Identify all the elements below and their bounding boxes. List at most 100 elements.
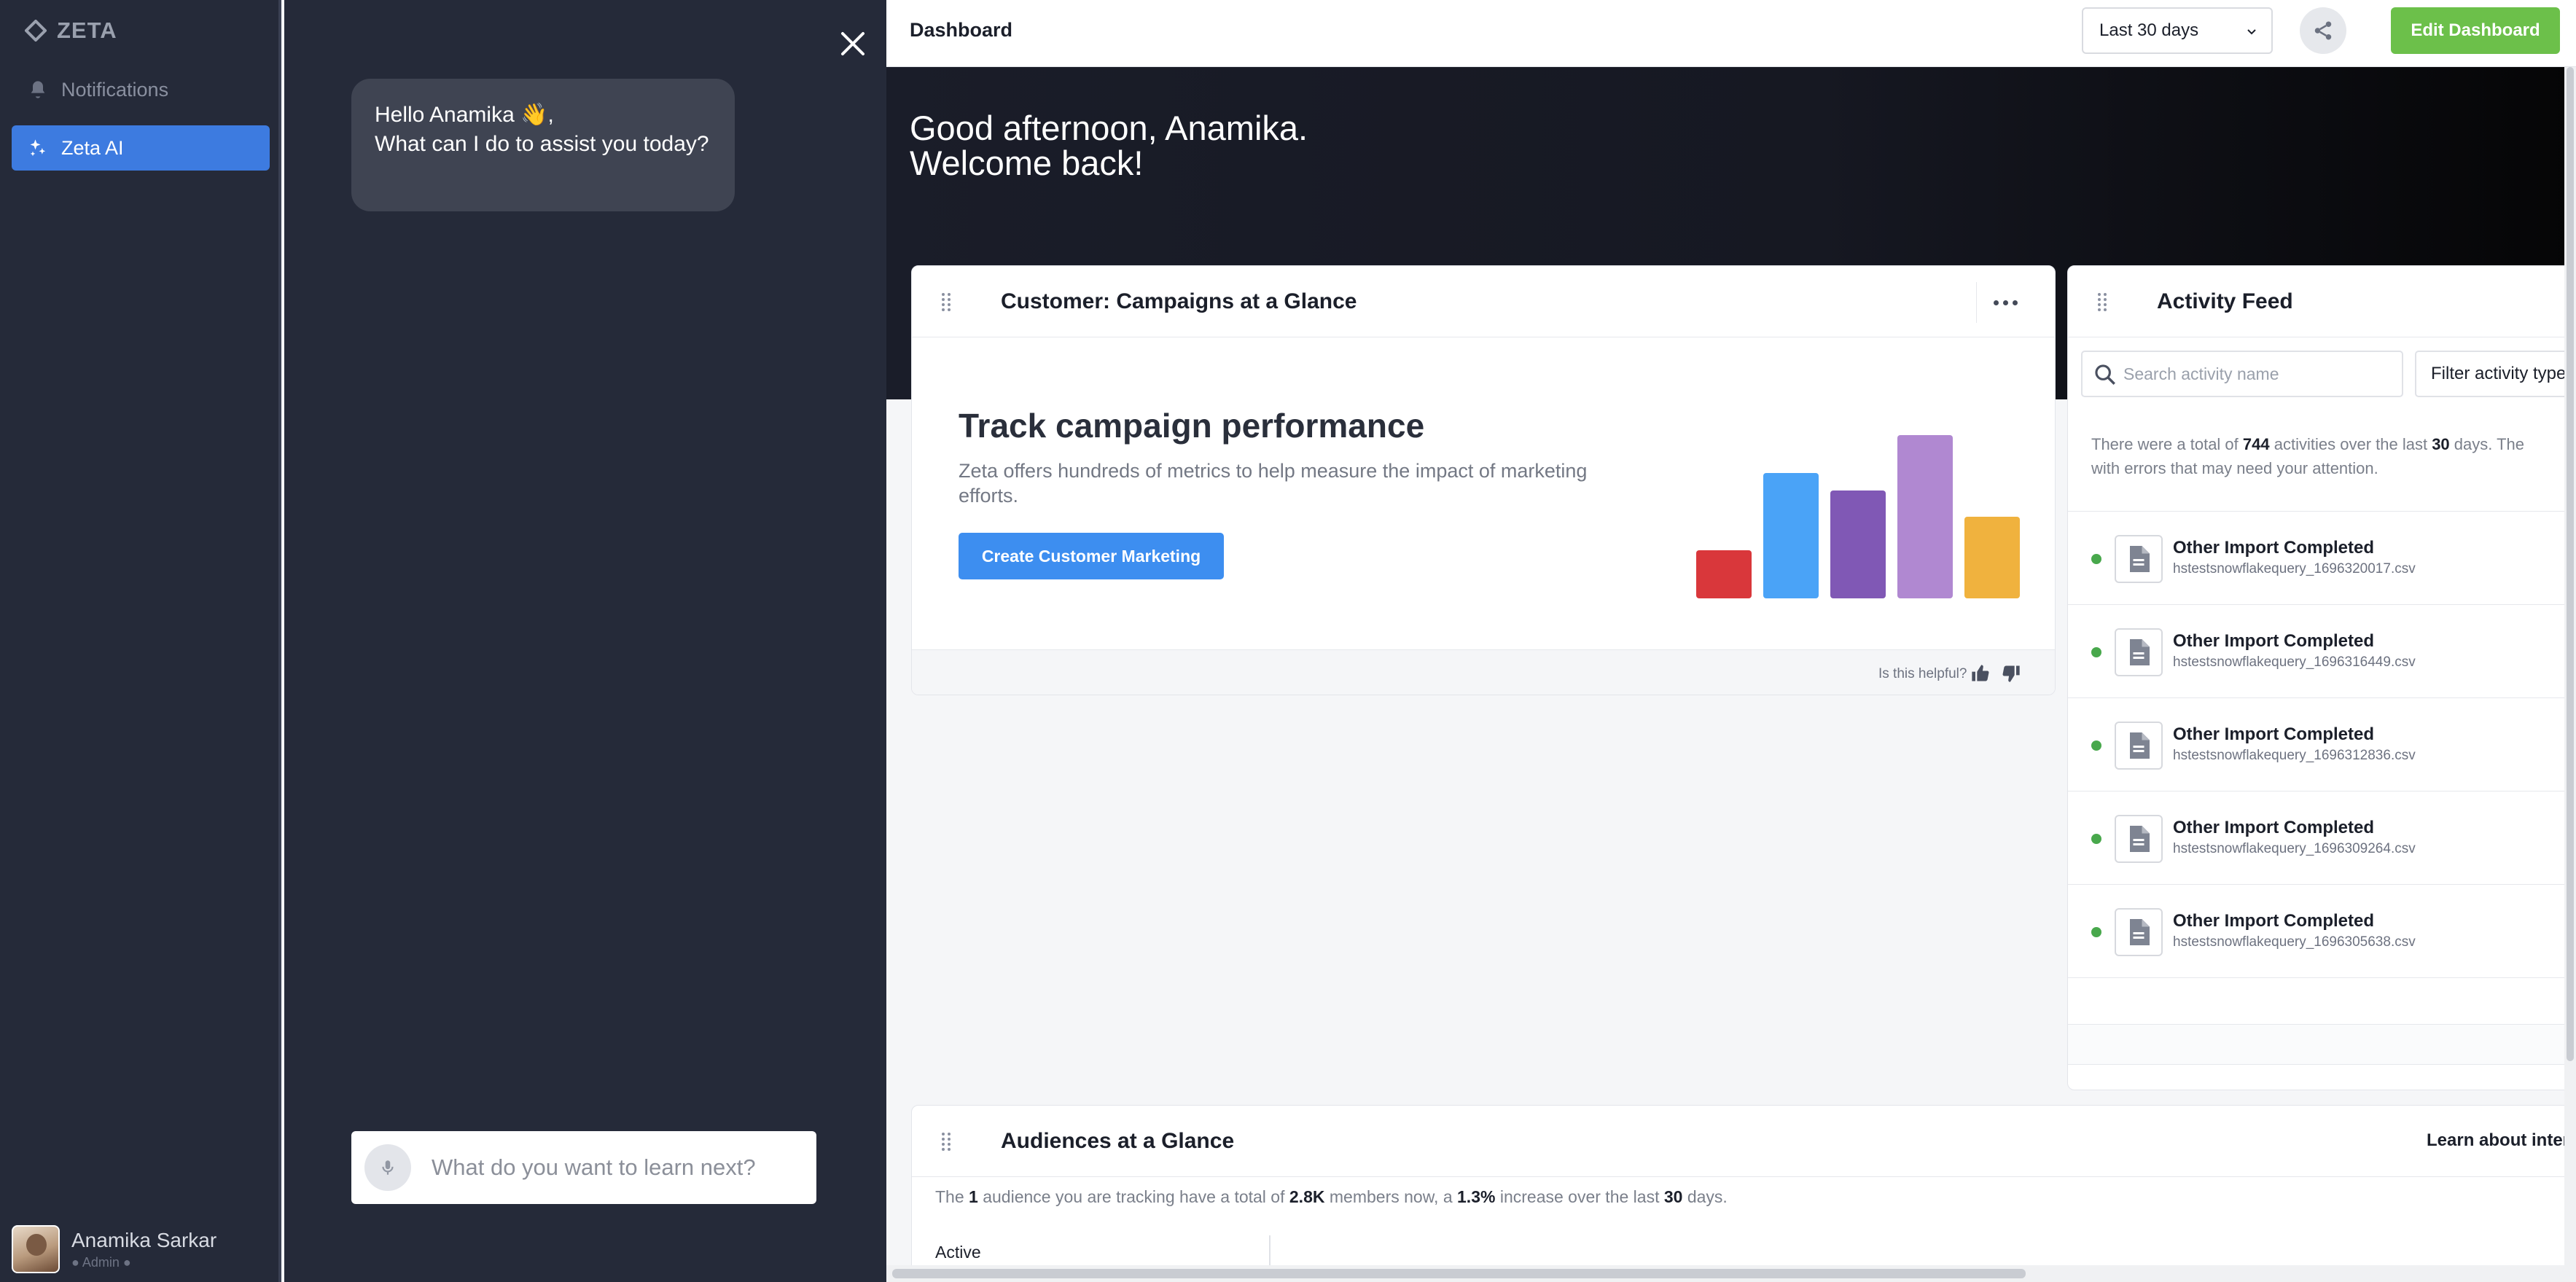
left-nav: ZETA Notifications Zeta AI Anamika Sarka… <box>0 0 281 1282</box>
share-button[interactable] <box>2300 7 2346 54</box>
status-dot <box>2091 740 2101 751</box>
greeting-line: Good afternoon, Anamika. <box>910 109 1308 147</box>
file-icon <box>2115 815 2163 863</box>
top-bar: Dashboard Last 30 days Edit Dashboard <box>886 0 2576 67</box>
file-icon <box>2115 535 2163 583</box>
horizontal-scrollbar[interactable] <box>886 1265 2576 1282</box>
sparkle-icon <box>30 139 46 157</box>
date-range-select[interactable]: Last 30 days <box>2082 7 2273 54</box>
campaigns-card: Customer: Campaigns at a Glance Track ca… <box>911 265 2056 695</box>
activity-title: Other Import Completed <box>2173 631 2375 651</box>
nav-item-zeta-ai[interactable]: Zeta AI <box>12 125 270 171</box>
dashboard-main: Dashboard Last 30 days Edit Dashboard Go… <box>886 0 2576 1282</box>
file-icon <box>2115 628 2163 676</box>
close-icon <box>841 32 864 55</box>
thumbs-down-icon[interactable] <box>2001 663 2021 684</box>
activity-type-filter[interactable]: Filter activity type <box>2415 351 2576 397</box>
card-header: Audiences at a Glance Learn about intend… <box>912 1106 2576 1177</box>
card-title: Customer: Campaigns at a Glance <box>1001 289 1357 313</box>
nav-item-notifications[interactable]: Notifications <box>12 67 270 112</box>
chat-input-bar <box>351 1131 816 1204</box>
edit-dashboard-button[interactable]: Edit Dashboard <box>2391 7 2560 54</box>
learn-about-link[interactable]: Learn about intended <box>2427 1130 2576 1151</box>
assistant-message: Hello Anamika 👋, What can I do to assist… <box>351 79 735 211</box>
drag-handle-icon[interactable] <box>941 1132 951 1151</box>
search-icon <box>2095 364 2115 385</box>
status-dot <box>2091 927 2101 937</box>
feedback-bar: Is this helpful? <box>912 649 2055 695</box>
activity-item[interactable]: Other Import Completed hstestsnowflakequ… <box>2068 511 2576 604</box>
card-title: Audiences at a Glance <box>1001 1129 1235 1153</box>
file-icon <box>2115 908 2163 956</box>
campaign-heading: Track campaign performance <box>959 407 1425 445</box>
illustration-bar <box>1964 517 2020 598</box>
bar-illustration <box>1696 435 2020 598</box>
activity-item-partial <box>2068 977 2576 1024</box>
microphone-button[interactable] <box>364 1144 411 1191</box>
audiences-card: Audiences at a Glance Learn about intend… <box>911 1105 2576 1282</box>
user-profile[interactable]: Anamika Sarkar ● Admin ● <box>12 1225 216 1273</box>
status-dot <box>2091 647 2101 657</box>
drag-handle-icon[interactable] <box>941 292 951 311</box>
nav-item-label: Notifications <box>61 78 169 101</box>
activity-item[interactable]: Other Import Completed hstestsnowflakequ… <box>2068 791 2576 884</box>
card-header: Customer: Campaigns at a Glance <box>912 266 2055 337</box>
date-range-value: Last 30 days <box>2099 20 2199 40</box>
close-button[interactable] <box>835 26 870 61</box>
page-title: Dashboard <box>910 19 1013 41</box>
illustration-bar <box>1897 435 1953 598</box>
activity-item[interactable]: Other Import Completed hstestsnowflakequ… <box>2068 604 2576 697</box>
activity-file: hstestsnowflakequery_1696309264.csv <box>2173 841 2416 856</box>
activity-title: Other Import Completed <box>2173 538 2375 558</box>
scrollbar-thumb[interactable] <box>892 1269 2026 1278</box>
helpful-text: Is this helpful? <box>1878 666 1967 681</box>
chat-input[interactable] <box>432 1154 796 1181</box>
welcome-greeting: Good afternoon, Anamika. Welcome back! <box>910 111 1308 181</box>
vertical-scrollbar[interactable] <box>2564 67 2576 1282</box>
zeta-logo-icon <box>25 20 47 42</box>
zeta-ai-chat-panel: Hello Anamika 👋, What can I do to assist… <box>284 0 886 1282</box>
scrollbar-thumb[interactable] <box>2567 67 2574 1061</box>
activity-summary: There were a total of 744 activities ove… <box>2091 435 2525 477</box>
activity-item[interactable]: Other Import Completed hstestsnowflakequ… <box>2068 697 2576 791</box>
activity-file: hstestsnowflakequery_1696316449.csv <box>2173 654 2416 670</box>
campaign-description: Zeta offers hundreds of metrics to help … <box>959 460 1588 507</box>
card-header: Activity Feed <box>2068 266 2576 337</box>
status-dot <box>2091 834 2101 844</box>
microphone-icon <box>382 1160 394 1175</box>
illustration-bar <box>1763 473 1819 598</box>
illustration-bar <box>1696 550 1752 598</box>
activity-feed-card: Activity Feed Filter activity type There… <box>2067 265 2576 1090</box>
card-title: Activity Feed <box>2157 289 2293 313</box>
audience-summary: The 1 audience you are tracking have a t… <box>935 1187 1728 1206</box>
activity-feed-footer <box>2068 1024 2576 1065</box>
welcome-line: Welcome back! <box>910 144 1144 182</box>
user-role: ● Admin ● <box>71 1254 131 1270</box>
activity-title: Other Import Completed <box>2173 724 2375 744</box>
activity-file: hstestsnowflakequery_1696305638.csv <box>2173 934 2416 950</box>
avatar <box>12 1225 60 1273</box>
chevron-down-icon <box>2247 29 2256 35</box>
user-name: Anamika Sarkar <box>71 1228 217 1251</box>
activity-search <box>2081 351 2403 397</box>
activity-file: hstestsnowflakequery_1696312836.csv <box>2173 748 2416 763</box>
more-options-button[interactable] <box>1976 282 2034 323</box>
create-customer-marketing-button[interactable]: Create Customer Marketing <box>959 533 1224 579</box>
activity-item[interactable]: Other Import Completed hstestsnowflakequ… <box>2068 884 2576 977</box>
activity-title: Other Import Completed <box>2173 911 2375 931</box>
activity-file: hstestsnowflakequery_1696320017.csv <box>2173 561 2416 576</box>
nav-item-label: Zeta AI <box>61 136 124 159</box>
assistant-greeting: Hello Anamika 👋, <box>375 103 554 127</box>
share-icon <box>2314 21 2332 40</box>
thumbs-up-icon[interactable] <box>1970 663 1991 684</box>
file-icon <box>2115 722 2163 770</box>
brand-name: ZETA <box>57 17 117 43</box>
brand[interactable]: ZETA <box>25 17 117 44</box>
status-dot <box>2091 554 2101 564</box>
illustration-bar <box>1830 490 1886 598</box>
activity-search-input[interactable] <box>2123 364 2386 384</box>
drag-handle-icon[interactable] <box>2097 292 2107 311</box>
assistant-question: What can I do to assist you today? <box>375 132 709 156</box>
bell-icon <box>31 81 45 98</box>
activity-title: Other Import Completed <box>2173 818 2375 837</box>
